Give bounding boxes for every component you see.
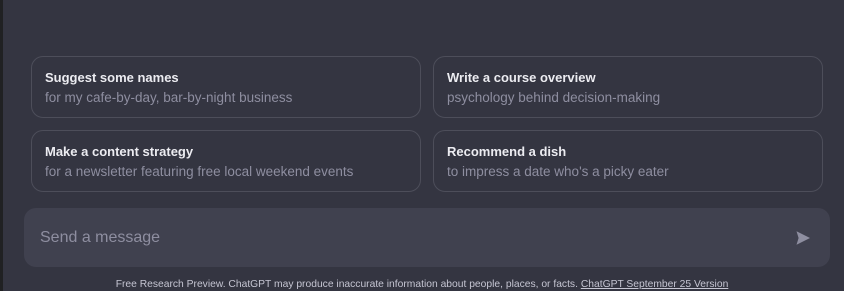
suggestion-card-course-overview[interactable]: Write a course overview psychology behin… <box>433 56 823 118</box>
suggestion-grid: Suggest some names for my cafe-by-day, b… <box>31 56 823 192</box>
suggestion-card-suggest-names[interactable]: Suggest some names for my cafe-by-day, b… <box>31 56 421 118</box>
message-input[interactable] <box>24 208 764 267</box>
suggestion-card-content-strategy[interactable]: Make a content strategy for a newsletter… <box>31 130 421 192</box>
disclaimer-text: Free Research Preview. ChatGPT may produ… <box>115 279 581 290</box>
version-link[interactable]: ChatGPT September 25 Version <box>581 279 728 290</box>
suggestion-title: Recommend a dish <box>447 144 567 159</box>
suggestion-card-recommend-dish[interactable]: Recommend a dish to impress a date who's… <box>433 130 823 192</box>
suggestion-title: Make a content strategy <box>45 144 194 159</box>
suggestion-subtitle: to impress a date who's a picky eater <box>447 164 669 179</box>
suggestion-subtitle: for a newsletter featuring free local we… <box>45 164 354 179</box>
send-icon <box>796 231 810 245</box>
disclaimer: Free Research Preview. ChatGPT may produ… <box>0 278 844 291</box>
suggestion-title: Write a course overview <box>447 70 596 85</box>
suggestion-title: Suggest some names <box>45 70 179 85</box>
message-composer <box>24 208 830 267</box>
sidebar-edge <box>0 0 3 291</box>
suggestion-subtitle: for my cafe-by-day, bar-by-night busines… <box>45 90 293 105</box>
send-button[interactable] <box>790 225 816 251</box>
suggestion-subtitle: psychology behind decision-making <box>447 90 661 105</box>
